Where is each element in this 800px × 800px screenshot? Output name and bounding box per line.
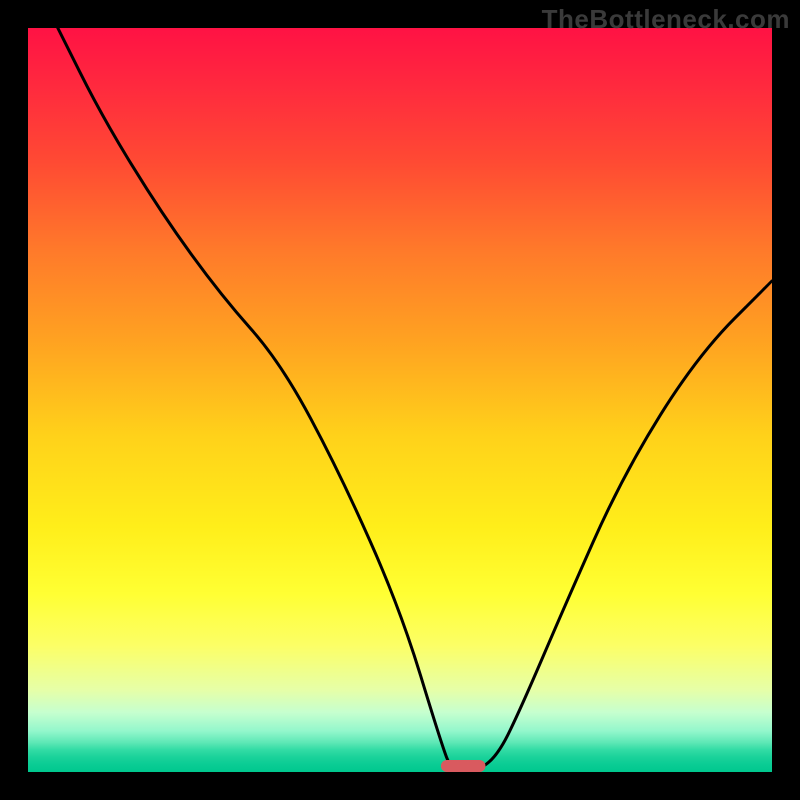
watermark-text: TheBottleneck.com — [542, 4, 790, 35]
optimal-marker — [441, 760, 486, 772]
plot-area — [28, 28, 772, 772]
chart-frame: TheBottleneck.com — [0, 0, 800, 800]
chart-svg — [28, 28, 772, 772]
bottleneck-curve — [58, 28, 772, 772]
